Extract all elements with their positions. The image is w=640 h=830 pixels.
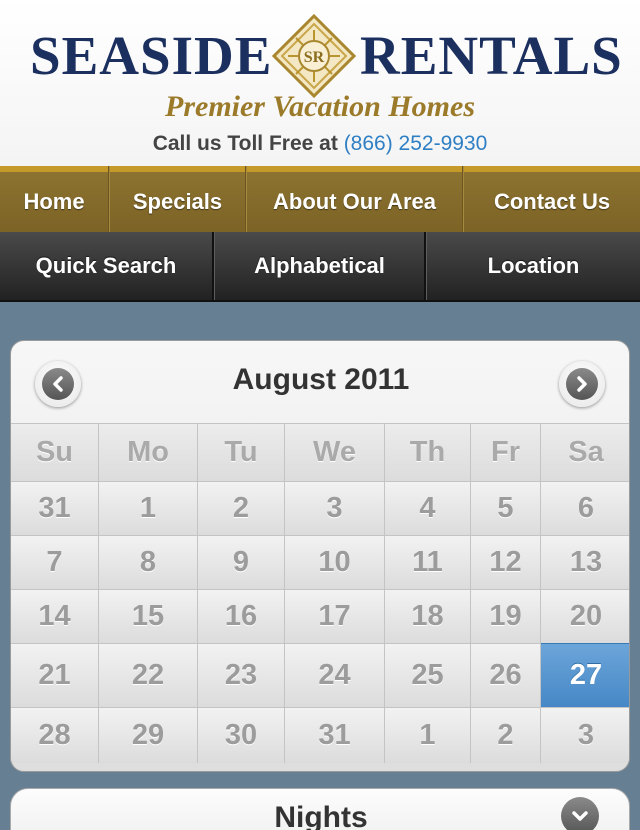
- calendar-day[interactable]: 25: [385, 643, 471, 707]
- weekday-label: We: [285, 423, 385, 481]
- calendar-day[interactable]: 6: [541, 481, 629, 535]
- weekday-header-row: Su Mo Tu We Th Fr Sa: [11, 423, 629, 481]
- calendar-day[interactable]: 2: [471, 707, 541, 763]
- phone-link[interactable]: (866) 252-9930: [344, 132, 488, 155]
- logo-word-right: RENTALS: [360, 25, 623, 86]
- calendar-day[interactable]: 5: [471, 481, 541, 535]
- weekday-label: Tu: [198, 423, 285, 481]
- tagline: Premier Vacation Homes: [165, 90, 475, 123]
- calendar-day[interactable]: 18: [385, 589, 471, 643]
- calendar-day[interactable]: 13: [541, 535, 629, 589]
- calendar-day[interactable]: 3: [285, 481, 385, 535]
- nav-item-home[interactable]: Home: [0, 166, 109, 232]
- calendar-week-row: 21 22 23 24 25 26 27: [11, 643, 629, 707]
- nav-item-contact-us[interactable]: Contact Us: [463, 166, 640, 232]
- calendar-day[interactable]: 22: [99, 643, 198, 707]
- calendar-day[interactable]: 30: [198, 707, 285, 763]
- calendar-week-row: 28 29 30 31 1 2 3: [11, 707, 629, 763]
- calendar-header: August 2011: [11, 341, 629, 423]
- weekday-label: Th: [385, 423, 471, 481]
- calendar-day[interactable]: 1: [99, 481, 198, 535]
- calendar-day[interactable]: 14: [11, 589, 99, 643]
- tab-alphabetical[interactable]: Alphabetical: [214, 232, 426, 300]
- primary-nav: Home Specials About Our Area Contact Us: [0, 166, 640, 232]
- calendar-day[interactable]: 29: [99, 707, 198, 763]
- calendar-day[interactable]: 12: [471, 535, 541, 589]
- weekday-label: Mo: [99, 423, 198, 481]
- nights-label: Nights: [274, 801, 368, 830]
- calendar-week-row: 7 8 9 10 11 12 13: [11, 535, 629, 589]
- calendar-day[interactable]: 31: [11, 481, 99, 535]
- nav-item-about-our-area[interactable]: About Our Area: [246, 166, 463, 232]
- main-content: August 2011 Su Mo Tu We Th Fr Sa 31 1 2 3 4 5 6 7 8 9 10 1…: [0, 302, 640, 830]
- calendar-week-row: 14 15 16 17 18 19 20: [11, 589, 629, 643]
- logo[interactable]: SEASIDE SR RENTALS: [0, 14, 640, 98]
- calendar-day[interactable]: 21: [11, 643, 99, 707]
- chevron-down-icon: [561, 797, 599, 830]
- calendar-day[interactable]: 24: [285, 643, 385, 707]
- logo-word-left: SEASIDE: [30, 25, 273, 86]
- calendar-day[interactable]: 16: [198, 589, 285, 643]
- calendar-day[interactable]: 15: [99, 589, 198, 643]
- calendar-day[interactable]: 8: [99, 535, 198, 589]
- calendar-day[interactable]: 7: [11, 535, 99, 589]
- toll-free-line: Call us Toll Free at (866) 252-9930: [0, 132, 640, 156]
- calendar-day[interactable]: 1: [385, 707, 471, 763]
- nights-select[interactable]: Nights: [10, 788, 630, 830]
- calendar-day[interactable]: 17: [285, 589, 385, 643]
- next-month-button[interactable]: [559, 361, 605, 407]
- calendar-day[interactable]: 9: [198, 535, 285, 589]
- toll-free-prefix: Call us Toll Free at: [152, 132, 338, 155]
- emblem-icon: SR: [272, 14, 356, 98]
- calendar-day[interactable]: 3: [541, 707, 629, 763]
- calendar-day[interactable]: 2: [198, 481, 285, 535]
- search-tabs: Quick Search Alphabetical Location: [0, 232, 640, 302]
- calendar-day[interactable]: 26: [471, 643, 541, 707]
- date-picker: August 2011 Su Mo Tu We Th Fr Sa 31 1 2 3 4 5 6 7 8 9 10 1…: [10, 340, 630, 772]
- calendar-day[interactable]: 31: [285, 707, 385, 763]
- nav-item-specials[interactable]: Specials: [109, 166, 246, 232]
- calendar-day[interactable]: 11: [385, 535, 471, 589]
- calendar-day[interactable]: 4: [385, 481, 471, 535]
- calendar-day[interactable]: 19: [471, 589, 541, 643]
- calendar-day-selected[interactable]: 27: [541, 643, 629, 707]
- calendar-day[interactable]: 20: [541, 589, 629, 643]
- calendar-day[interactable]: 28: [11, 707, 99, 763]
- emblem-text: SR: [304, 49, 325, 66]
- site-header: SEASIDE SR RENTALS Premier Vacation Home…: [0, 0, 640, 166]
- tab-location[interactable]: Location: [426, 232, 640, 300]
- chevron-right-icon: [566, 368, 598, 400]
- weekday-label: Su: [11, 423, 99, 481]
- calendar-week-row: 31 1 2 3 4 5 6: [11, 481, 629, 535]
- calendar-day[interactable]: 10: [285, 535, 385, 589]
- weekday-label: Sa: [541, 423, 629, 481]
- calendar-day[interactable]: 23: [198, 643, 285, 707]
- weekday-label: Fr: [471, 423, 541, 481]
- tab-quick-search[interactable]: Quick Search: [0, 232, 214, 300]
- month-title: August 2011: [232, 363, 410, 396]
